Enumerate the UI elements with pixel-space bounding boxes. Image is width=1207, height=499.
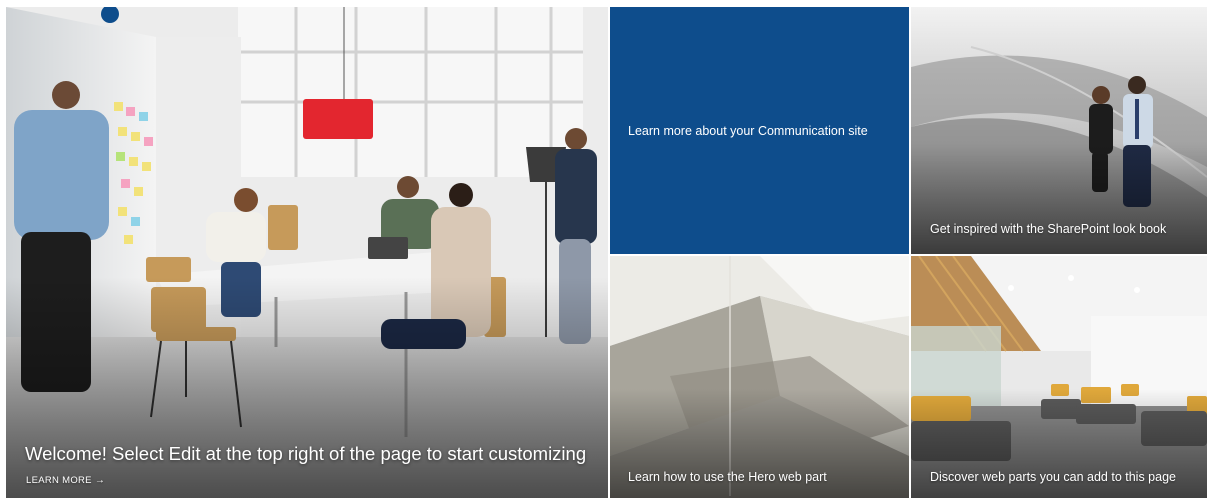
hero-tile-title: Learn how to use the Hero web part (628, 470, 827, 484)
hero-tile-hero-web-part[interactable]: Learn how to use the Hero web part (610, 256, 909, 498)
hero-tile-discover-web-parts[interactable]: Discover web parts you can add to this p… (911, 256, 1207, 498)
hero-tile-look-book[interactable]: Get inspired with the SharePoint look bo… (911, 7, 1207, 254)
learn-more-label: LEARN MORE (26, 475, 92, 486)
learn-more-link[interactable]: LEARN MORE → (26, 475, 105, 486)
hero-main-title: Welcome! Select Edit at the top right of… (25, 443, 587, 464)
hero-tile-communication-site[interactable]: Learn more about your Communication site (610, 7, 909, 254)
caption-gradient (911, 142, 1207, 254)
hero-tile-title: Get inspired with the SharePoint look bo… (930, 222, 1167, 236)
hero-tile-main[interactable]: Welcome! Select Edit at the top right of… (6, 7, 608, 498)
hero-tile-title: Learn more about your Communication site (628, 124, 868, 138)
hero-tile-title: Discover web parts you can add to this p… (930, 470, 1176, 484)
arrow-right-icon: → (94, 475, 106, 486)
